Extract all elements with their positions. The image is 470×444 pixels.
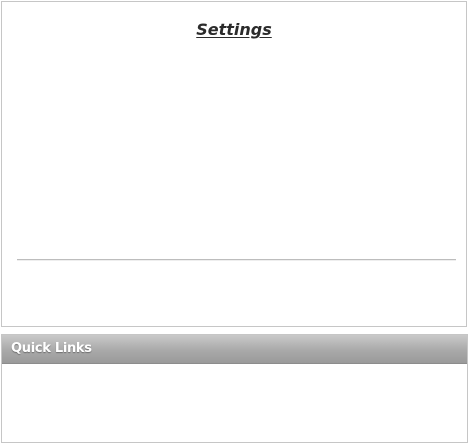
quick-links-panel: Quick Links: [1, 334, 468, 443]
settings-panel: Settings: [1, 1, 467, 327]
quick-links-title: Quick Links: [11, 341, 92, 356]
settings-divider: [17, 259, 456, 260]
settings-title: Settings: [196, 20, 272, 39]
quick-links-header: Quick Links: [2, 335, 467, 364]
page: Settings Quick Links: [0, 0, 470, 444]
quick-links-body: [2, 364, 467, 442]
